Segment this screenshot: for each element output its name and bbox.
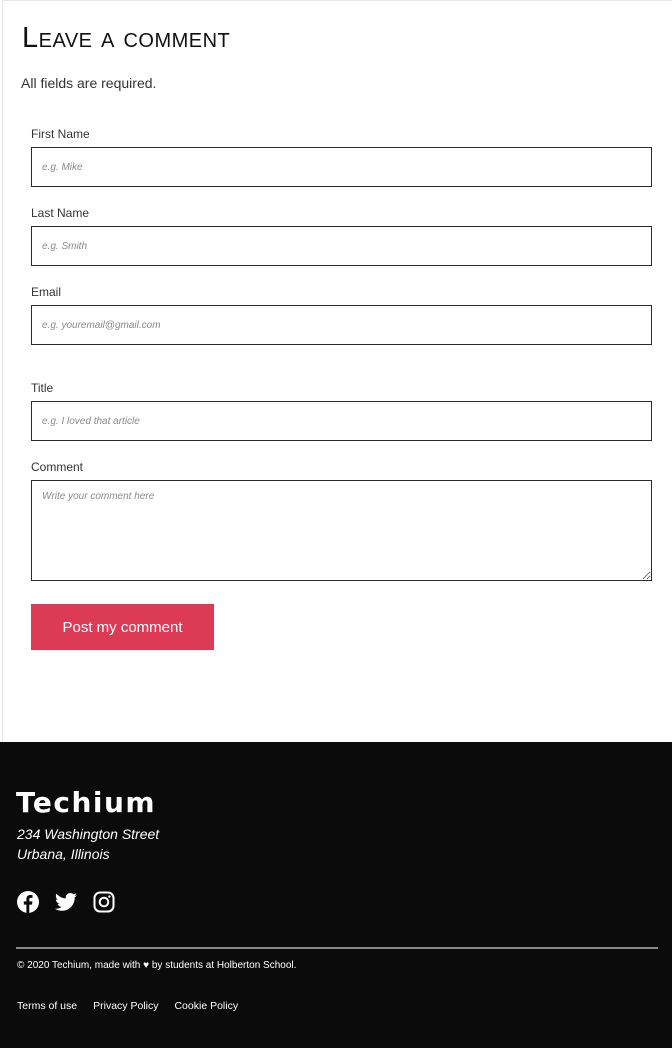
post-comment-button[interactable]: Post my comment [31,604,214,650]
facebook-icon[interactable] [16,890,40,914]
email-label: Email [31,285,62,299]
address-line-2: Urbana, Illinois [17,846,110,862]
instagram-icon[interactable] [92,890,116,914]
last-name-field[interactable] [31,226,652,266]
title-field[interactable] [31,401,652,441]
page-title: Leave a comment [22,22,231,54]
last-name-label: Last Name [31,206,90,220]
title-label: Title [31,381,54,395]
twitter-icon[interactable] [54,890,78,914]
social-links [16,890,116,914]
copyright-text: © 2020 Techium, made with ♥ by students … [17,960,297,971]
site-footer: Techium 234 Washington Street Urbana, Il… [0,742,672,1048]
privacy-policy-link[interactable]: Privacy Policy [93,1000,158,1012]
page: Leave a comment All fields are required.… [0,0,672,1048]
footer-divider [16,947,658,949]
email-field[interactable] [31,305,652,345]
terms-of-use-link[interactable]: Terms of use [17,1000,77,1012]
first-name-field[interactable] [31,147,652,187]
comment-section: Leave a comment All fields are required.… [2,0,672,742]
footer-brand: Techium [16,786,157,819]
form-subtitle: All fields are required. [21,75,157,91]
address-line-1: 234 Washington Street [17,826,160,842]
comment-label: Comment [31,460,84,474]
footer-links: Terms of use Privacy Policy Cookie Polic… [17,1000,238,1012]
first-name-label: First Name [31,127,90,141]
cookie-policy-link[interactable]: Cookie Policy [174,1000,238,1012]
comment-field[interactable] [31,480,652,581]
